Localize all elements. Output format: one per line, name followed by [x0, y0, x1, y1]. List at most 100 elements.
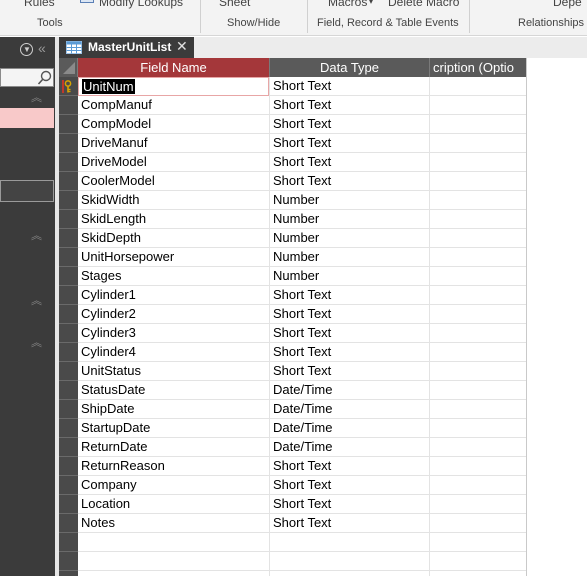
data-type-cell[interactable]: Short Text — [269, 362, 429, 381]
row-selector[interactable] — [59, 191, 78, 210]
table-row[interactable]: SkidDepth Number — [59, 229, 526, 248]
row-selector[interactable] — [59, 362, 78, 381]
field-name-cell[interactable]: ReturnReason — [78, 457, 269, 476]
table-row[interactable]: UnitNum Short Text — [59, 77, 526, 96]
row-selector[interactable] — [59, 552, 78, 571]
field-name-cell[interactable]: StartupDate — [78, 419, 269, 438]
property-sheet-button[interactable]: Sheet — [219, 0, 250, 9]
table-row[interactable]: ReturnDate Date/Time — [59, 438, 526, 457]
data-type-cell[interactable]: Date/Time — [269, 438, 429, 457]
data-type-cell[interactable]: Short Text — [269, 134, 429, 153]
table-row[interactable]: DriveManuf Short Text — [59, 134, 526, 153]
column-header-field-name[interactable]: Field Name — [78, 58, 269, 77]
row-selector[interactable] — [59, 419, 78, 438]
row-selector[interactable] — [59, 305, 78, 324]
field-name-cell[interactable]: DriveManuf — [78, 134, 269, 153]
field-name-cell[interactable]: Cylinder4 — [78, 343, 269, 362]
table-row[interactable]: Cylinder3 Short Text — [59, 324, 526, 343]
row-selector[interactable] — [59, 77, 78, 96]
data-type-cell[interactable]: Date/Time — [269, 400, 429, 419]
description-cell[interactable] — [429, 248, 526, 267]
table-row[interactable] — [59, 552, 526, 571]
field-name-cell[interactable]: CoolerModel — [78, 172, 269, 191]
description-cell[interactable] — [429, 362, 526, 381]
data-type-cell[interactable]: Date/Time — [269, 381, 429, 400]
field-name-cell[interactable]: Location — [78, 495, 269, 514]
row-selector[interactable] — [59, 476, 78, 495]
data-type-cell[interactable] — [269, 552, 429, 571]
row-selector[interactable] — [59, 96, 78, 115]
description-cell[interactable] — [429, 153, 526, 172]
data-type-cell[interactable] — [269, 571, 429, 576]
table-row[interactable]: StartupDate Date/Time — [59, 419, 526, 438]
data-type-cell[interactable]: Number — [269, 191, 429, 210]
description-cell[interactable] — [429, 115, 526, 134]
row-selector[interactable] — [59, 400, 78, 419]
field-name-cell[interactable]: UnitHorsepower — [78, 248, 269, 267]
data-type-cell[interactable]: Short Text — [269, 172, 429, 191]
field-name-cell[interactable]: Cylinder3 — [78, 324, 269, 343]
description-cell[interactable] — [429, 172, 526, 191]
field-name-cell[interactable]: DriveModel — [78, 153, 269, 172]
description-cell[interactable] — [429, 96, 526, 115]
table-row[interactable]: CompManuf Short Text — [59, 96, 526, 115]
table-row[interactable]: Notes Short Text — [59, 514, 526, 533]
data-type-cell[interactable]: Short Text — [269, 495, 429, 514]
description-cell[interactable] — [429, 533, 526, 552]
description-cell[interactable] — [429, 514, 526, 533]
field-name-cell[interactable]: StatusDate — [78, 381, 269, 400]
field-name-cell[interactable]: UnitNum — [78, 77, 269, 96]
row-selector[interactable] — [59, 571, 78, 576]
row-selector[interactable] — [59, 514, 78, 533]
field-name-cell[interactable]: Notes — [78, 514, 269, 533]
select-all-corner[interactable] — [59, 58, 78, 77]
close-icon[interactable]: ✕ — [176, 38, 188, 55]
field-name-cell[interactable]: Cylinder1 — [78, 286, 269, 305]
table-row[interactable]: SkidWidth Number — [59, 191, 526, 210]
description-cell[interactable] — [429, 438, 526, 457]
field-name-cell[interactable]: CompModel — [78, 115, 269, 134]
table-row[interactable]: ShipDate Date/Time — [59, 400, 526, 419]
row-selector[interactable] — [59, 172, 78, 191]
field-name-cell[interactable]: Company — [78, 476, 269, 495]
delete-macro-button[interactable]: Delete Macro — [388, 0, 459, 9]
row-selector[interactable] — [59, 210, 78, 229]
rules-button[interactable]: Rules — [24, 0, 55, 9]
data-type-cell[interactable]: Short Text — [269, 305, 429, 324]
table-row[interactable] — [59, 571, 526, 576]
data-type-cell[interactable]: Number — [269, 229, 429, 248]
data-type-cell[interactable]: Number — [269, 267, 429, 286]
column-header-data-type[interactable]: Data Type — [269, 58, 429, 77]
data-type-cell[interactable]: Short Text — [269, 457, 429, 476]
row-selector[interactable] — [59, 533, 78, 552]
group-collapse-icon[interactable]: ︽ — [31, 93, 42, 104]
table-row[interactable]: Company Short Text — [59, 476, 526, 495]
table-row[interactable]: CoolerModel Short Text — [59, 172, 526, 191]
macros-button[interactable]: Macros — [328, 0, 367, 9]
description-cell[interactable] — [429, 457, 526, 476]
field-name-cell[interactable] — [78, 533, 269, 552]
nav-filter-field[interactable] — [0, 180, 54, 202]
row-selector[interactable] — [59, 381, 78, 400]
row-selector[interactable] — [59, 229, 78, 248]
data-type-cell[interactable]: Short Text — [269, 96, 429, 115]
nav-menu-dropdown-icon[interactable]: ▼ — [20, 43, 33, 56]
data-type-cell[interactable]: Short Text — [269, 115, 429, 134]
description-cell[interactable] — [429, 134, 526, 153]
modify-lookups-button[interactable]: Modify Lookups — [99, 0, 183, 9]
row-selector[interactable] — [59, 286, 78, 305]
description-cell[interactable] — [429, 381, 526, 400]
description-cell[interactable] — [429, 495, 526, 514]
row-selector[interactable] — [59, 438, 78, 457]
table-row[interactable]: Location Short Text — [59, 495, 526, 514]
field-name-cell[interactable]: ReturnDate — [78, 438, 269, 457]
field-name-cell[interactable]: SkidLength — [78, 210, 269, 229]
description-cell[interactable] — [429, 77, 526, 96]
row-selector[interactable] — [59, 343, 78, 362]
table-row[interactable]: DriveModel Short Text — [59, 153, 526, 172]
table-row[interactable]: Cylinder4 Short Text — [59, 343, 526, 362]
field-name-cell[interactable]: SkidDepth — [78, 229, 269, 248]
data-type-cell[interactable]: Short Text — [269, 324, 429, 343]
field-name-cell[interactable]: SkidWidth — [78, 191, 269, 210]
description-cell[interactable] — [429, 191, 526, 210]
